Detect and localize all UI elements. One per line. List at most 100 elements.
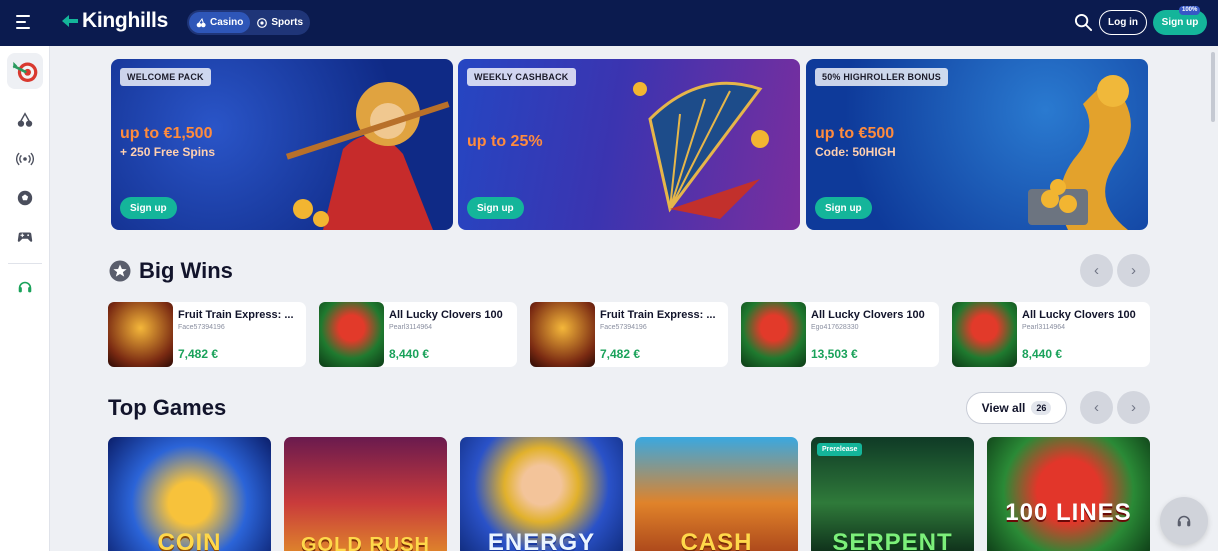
football-icon	[257, 17, 268, 28]
product-switch: Casino Sports	[187, 10, 310, 35]
banner-signup-button[interactable]: Sign up	[467, 197, 524, 219]
tab-sports[interactable]: Sports	[250, 12, 310, 33]
brand-logo-mark-icon	[62, 15, 78, 27]
cherries-icon	[196, 17, 206, 27]
chevron-left-icon: ‹	[1094, 262, 1099, 279]
login-button[interactable]: Log in	[1099, 10, 1147, 35]
big-wins-title: Big Wins	[139, 258, 233, 283]
big-wins-prev-button[interactable]: ‹	[1080, 254, 1113, 287]
sidebar-item-casino[interactable]	[7, 102, 43, 138]
game-tile-cash[interactable]: CASH	[635, 437, 798, 551]
win-username: Pearl3114964	[1022, 324, 1066, 331]
sidebar-item-home[interactable]	[7, 53, 43, 89]
win-username: Ego417628330	[811, 324, 859, 331]
game-title: GOLD RUSH	[301, 534, 430, 551]
game-thumbnail-lucky-clovers	[319, 302, 384, 367]
win-amount: 7,482 €	[178, 347, 219, 361]
win-username: Face57394196	[178, 324, 225, 331]
game-tile-serpent[interactable]: Prerelease SERPENT	[811, 437, 974, 551]
banner-tag: WEEKLY CASHBACK	[467, 68, 576, 86]
dragon-art	[1028, 75, 1131, 230]
chevron-right-icon: ›	[1131, 399, 1136, 416]
star-icon	[109, 260, 131, 282]
big-wins-next-button[interactable]: ›	[1117, 254, 1150, 287]
win-username: Pearl3114964	[389, 324, 433, 331]
big-win-card[interactable]: All Lucky Clovers 100 Pearl3114964 8,440…	[952, 302, 1150, 367]
sidebar-item-sports[interactable]	[7, 180, 43, 216]
top-games-next-button[interactable]: ›	[1117, 391, 1150, 424]
cherries-icon	[17, 112, 33, 127]
game-title: SERPENT	[832, 529, 953, 551]
game-title: COIN	[157, 529, 222, 551]
promo-banner-highroller[interactable]: 50% HIGHROLLER BONUS up to €500 Code: 50…	[806, 59, 1148, 230]
win-game-name: Fruit Train Express: ...	[178, 309, 294, 321]
menu-icon[interactable]	[16, 15, 32, 29]
left-sidebar	[0, 46, 50, 551]
big-win-card[interactable]: Fruit Train Express: ... Face57394196 7,…	[108, 302, 306, 367]
banner-title: up to €500	[815, 125, 895, 142]
view-all-count: 26	[1031, 401, 1052, 415]
top-games-prev-button[interactable]: ‹	[1080, 391, 1113, 424]
brand-name: Kinghills	[82, 9, 168, 32]
view-all-label: View all	[981, 401, 1026, 415]
headset-icon	[18, 281, 32, 293]
chevron-left-icon: ‹	[1094, 399, 1099, 416]
banner-subtitle: Code: 50HIGH	[815, 145, 896, 159]
win-game-name: All Lucky Clovers 100	[811, 309, 925, 321]
tab-casino[interactable]: Casino	[189, 12, 251, 33]
sidebar-item-live[interactable]	[7, 141, 43, 177]
game-thumbnail-fruit-train	[108, 302, 173, 367]
win-username: Face57394196	[600, 324, 647, 331]
gamepad-icon	[17, 232, 33, 242]
dartboard-icon	[12, 61, 38, 83]
headset-icon	[1177, 515, 1191, 527]
promo-banner-cashback[interactable]: WEEKLY CASHBACK up to 25% Sign up	[458, 59, 800, 230]
football-icon	[17, 190, 33, 206]
game-title: CASH	[680, 529, 753, 551]
cashback-fan-art	[633, 81, 769, 219]
chevron-right-icon: ›	[1131, 262, 1136, 279]
game-thumbnail-fruit-train	[530, 302, 595, 367]
banner-subtitle: + 250 Free Spins	[120, 145, 216, 159]
win-amount: 13,503 €	[811, 347, 858, 361]
win-game-name: All Lucky Clovers 100	[389, 309, 503, 321]
win-game-name: Fruit Train Express: ...	[600, 309, 716, 321]
big-win-card[interactable]: Fruit Train Express: ... Face57394196 7,…	[530, 302, 728, 367]
search-icon[interactable]	[1074, 13, 1093, 32]
banner-tag: WELCOME PACK	[120, 68, 211, 86]
big-win-card[interactable]: All Lucky Clovers 100 Ego417628330 13,50…	[741, 302, 939, 367]
game-thumbnail-lucky-clovers	[741, 302, 806, 367]
sidebar-divider	[8, 263, 42, 264]
page-scrollbar[interactable]	[1211, 52, 1215, 122]
monkey-king-art	[285, 82, 450, 230]
banner-signup-button[interactable]: Sign up	[120, 197, 177, 219]
prerelease-badge: Prerelease	[817, 443, 863, 456]
tab-casino-label: Casino	[210, 17, 244, 28]
big-win-card[interactable]: All Lucky Clovers 100 Pearl3114964 8,440…	[319, 302, 517, 367]
game-tile-energy[interactable]: ENERGY	[460, 437, 623, 551]
sidebar-item-support[interactable]	[7, 269, 43, 305]
live-broadcast-icon	[16, 152, 34, 166]
game-title: 100 LINES	[1005, 499, 1132, 526]
game-title: ENERGY	[487, 529, 596, 551]
win-amount: 8,440 €	[389, 347, 430, 361]
game-thumbnail-lucky-clovers	[952, 302, 1017, 367]
win-game-name: All Lucky Clovers 100	[1022, 309, 1136, 321]
brand-logo[interactable]: Kinghills	[60, 9, 168, 33]
banner-title: up to €1,500	[120, 125, 213, 142]
game-tile-100-lines[interactable]: 100 LINES	[987, 437, 1150, 551]
live-support-button[interactable]	[1160, 497, 1208, 545]
sidebar-item-games[interactable]	[7, 219, 43, 255]
banner-signup-button[interactable]: Sign up	[815, 197, 872, 219]
tab-sports-label: Sports	[271, 17, 304, 28]
view-all-button[interactable]: View all 26	[966, 392, 1067, 424]
top-games-title: Top Games	[108, 395, 227, 420]
banner-tag: 50% HIGHROLLER BONUS	[815, 68, 949, 86]
top-header: Kinghills Casino Sports Log in Sign up 1…	[0, 0, 1218, 46]
win-amount: 7,482 €	[600, 347, 641, 361]
game-tile-gold-rush[interactable]: GOLD RUSH	[284, 437, 447, 551]
promo-banner-welcome[interactable]: WELCOME PACK up to €1,500 + 250 Free Spi…	[111, 59, 453, 230]
win-amount: 8,440 €	[1022, 347, 1063, 361]
banner-title: up to 25%	[467, 133, 543, 150]
game-tile-coin[interactable]: COIN	[108, 437, 271, 551]
